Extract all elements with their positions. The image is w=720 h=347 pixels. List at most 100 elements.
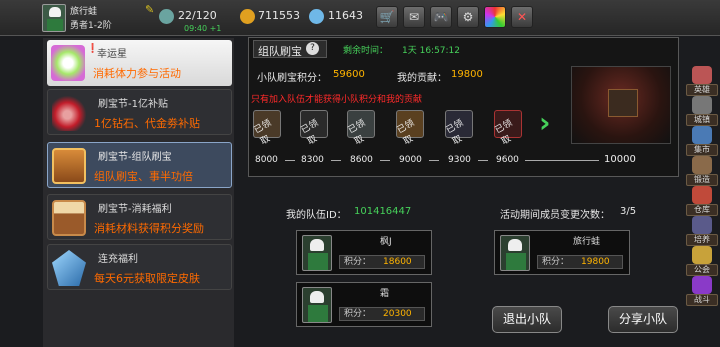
event-card-team-farming[interactable]: 刷宝节-组队刷宝 组队刷宝、事半功倍 <box>47 142 232 188</box>
team-farming-panel: 组队刷宝 ? 剩余时间： 1天 16:57:12 小队刷宝积分： 59600 我… <box>248 37 679 177</box>
nav-market[interactable]: 集市 <box>686 126 718 156</box>
nav-warehouse[interactable]: 仓库 <box>686 186 718 216</box>
team-score-label: 小队刷宝积分： <box>257 73 327 84</box>
remaining-time: 1天 16:57:12 <box>402 46 461 56</box>
event-title: 刷宝节-1亿补贴 <box>98 99 168 110</box>
reward-item[interactable]: 已领取 <box>347 110 375 147</box>
gold-value: 711553 <box>258 9 300 22</box>
shop-icon[interactable]: 🛒 <box>376 6 398 28</box>
mail-icon[interactable]: ✉ <box>403 6 425 28</box>
treasure-chest-icon <box>52 148 86 184</box>
member-changes: 3/5 <box>620 206 637 217</box>
arrow-right-icon: › <box>539 106 551 139</box>
event-title: 刷宝节-消耗福利 <box>98 204 172 215</box>
milestone-label: 8300 <box>301 155 324 165</box>
milestone-label: 8000 <box>255 155 278 165</box>
claimed-stamp: 已领取 <box>346 118 368 148</box>
member-changes-label: 活动期间成员变更次数： <box>500 210 610 221</box>
help-icon[interactable]: ? <box>306 42 319 55</box>
progress-segment <box>285 160 295 161</box>
progress-segment <box>525 160 599 161</box>
team-id-label: 我的队伍ID： <box>286 210 347 221</box>
team-member-card[interactable]: 枫J 积分： 18600 <box>296 230 432 275</box>
player-title: 勇者1-2阶 <box>70 21 112 31</box>
progress-segment <box>478 160 488 161</box>
team-member-card[interactable]: 霜 积分： 20300 <box>296 282 432 327</box>
event-title: 刷宝节-组队刷宝 <box>98 152 172 163</box>
energy-icon <box>159 9 174 24</box>
milestone-label: 10000 <box>604 154 636 165</box>
event-title: 连充福利 <box>98 254 138 265</box>
top-bar: 旅行蛙 勇者1-2阶 ✎ 22/120 09:40 +1 711553 1164… <box>0 0 720 36</box>
milestone-label: 8600 <box>350 155 373 165</box>
event-desc: 消耗材料获得积分奖励 <box>94 222 204 235</box>
claimed-stamp: 已领取 <box>395 118 417 148</box>
player-name: 旅行蛙 <box>70 7 98 17</box>
claimed-stamp: 已领取 <box>252 118 274 148</box>
reward-item[interactable]: 已领取 <box>253 110 281 147</box>
final-reward-image[interactable] <box>571 66 671 144</box>
member-avatar <box>500 235 530 271</box>
member-name: 霜 <box>380 289 390 299</box>
event-card-recharge[interactable]: 连充福利 每天6元获取限定皮肤 <box>47 244 232 290</box>
team-member-card[interactable]: 旅行蛙 积分： 19800 <box>494 230 630 275</box>
member-avatar <box>302 287 332 323</box>
reward-item[interactable]: 已领取 <box>494 110 522 147</box>
event-desc: 消耗体力参与活动 <box>93 67 181 80</box>
gold-icon <box>240 9 255 24</box>
energy-timer: 09:40 +1 <box>184 24 222 33</box>
star-icon <box>51 45 85 81</box>
event-card-subsidy[interactable]: 刷宝节-1亿补贴 1亿钻石、代金劵补贴 <box>47 89 232 135</box>
leave-team-button[interactable]: 退出小队 <box>492 306 562 333</box>
milestone-label: 9300 <box>448 155 471 165</box>
battle-icon <box>692 276 712 294</box>
share-team-button[interactable]: 分享小队 <box>608 306 678 333</box>
event-desc: 组队刷宝、事半功倍 <box>94 170 193 183</box>
player-avatar[interactable] <box>42 4 66 32</box>
side-nav: 英雄 城镇 集市 锻造 仓库 培养 公会 战斗 <box>684 66 720 336</box>
claimed-stamp: 已领取 <box>444 118 466 148</box>
my-contribution: 19800 <box>451 69 483 80</box>
member-name: 枫J <box>380 237 392 247</box>
member-avatar <box>302 235 332 271</box>
member-name: 旅行蛙 <box>573 237 601 247</box>
hero-icon <box>692 66 712 84</box>
claimed-stamp: 已领取 <box>493 118 515 148</box>
team-id: 101416447 <box>354 206 412 217</box>
training-icon <box>692 216 712 234</box>
event-desc: 1亿钻石、代金劵补贴 <box>94 117 200 130</box>
event-title: 幸运星 <box>97 49 127 60</box>
event-card-consume-welfare[interactable]: 刷宝节-消耗福利 消耗材料获得积分奖励 <box>47 194 232 240</box>
milestone-label: 9600 <box>496 155 519 165</box>
close-icon[interactable]: ✕ <box>511 6 533 28</box>
nav-forge[interactable]: 锻造 <box>686 156 718 186</box>
remaining-label: 剩余时间： <box>343 46 389 56</box>
nav-battle[interactable]: 战斗 <box>686 276 718 306</box>
gamepad-icon[interactable]: 🎮 <box>430 6 452 28</box>
member-score: 积分： 18600 <box>339 255 425 269</box>
market-icon <box>692 126 712 144</box>
team-score: 59600 <box>333 69 365 80</box>
progress-segment <box>331 160 341 161</box>
my-contribution-label: 我的贡献： <box>397 73 447 84</box>
town-icon <box>692 96 712 114</box>
reward-item[interactable]: 已领取 <box>300 110 328 147</box>
nav-training[interactable]: 培养 <box>686 216 718 246</box>
anvil-icon <box>692 156 712 174</box>
energy-value: 22/120 <box>178 9 217 22</box>
edit-icon[interactable]: ✎ <box>145 3 154 16</box>
reward-item[interactable]: 已领取 <box>445 110 473 147</box>
reward-item[interactable]: 已领取 <box>396 110 424 147</box>
nav-town[interactable]: 城镇 <box>686 96 718 126</box>
member-score: 积分： 20300 <box>339 307 425 321</box>
settings-icon[interactable]: ⚙ <box>457 6 479 28</box>
color-wheel-icon[interactable] <box>484 6 506 28</box>
nav-heroes[interactable]: 英雄 <box>686 66 718 96</box>
event-card-lucky-star[interactable]: ❗ 幸运星 消耗体力参与活动 <box>47 40 232 86</box>
event-desc: 每天6元获取限定皮肤 <box>94 272 200 285</box>
warehouse-icon <box>692 186 712 204</box>
nav-guild[interactable]: 公会 <box>686 246 718 276</box>
progress-segment <box>380 160 390 161</box>
gem-icon <box>309 9 324 24</box>
gem-value: 11643 <box>328 9 363 22</box>
